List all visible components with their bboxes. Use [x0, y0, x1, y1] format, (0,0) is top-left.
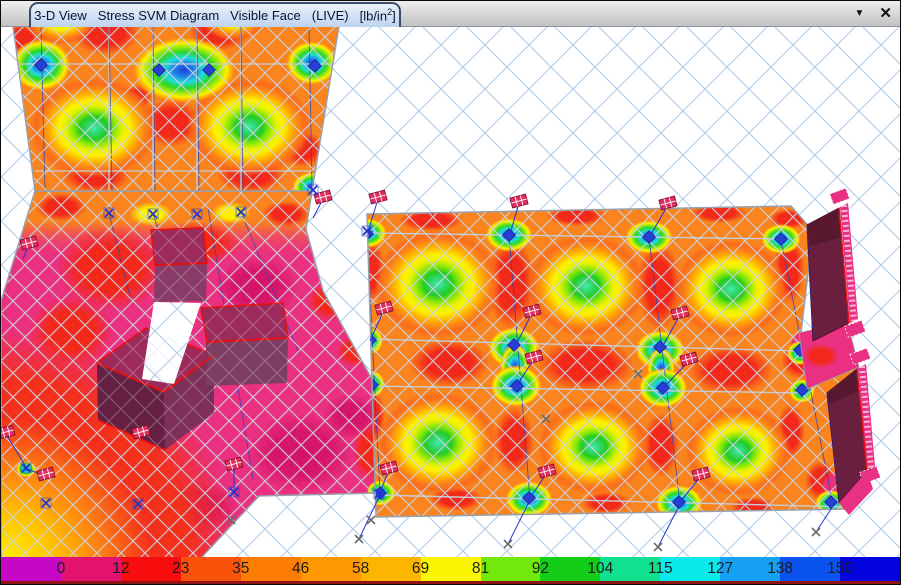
legend-segment: [301, 557, 361, 581]
tab-face-mode: Visible Face: [230, 8, 301, 23]
tab-view-name: 3-D View: [34, 8, 87, 23]
tab-diagram-name: Stress SVM Diagram: [98, 8, 219, 23]
legend-segment: [600, 557, 660, 581]
close-button[interactable]: ✕: [879, 6, 892, 21]
legend-segment: [181, 557, 241, 581]
titlebar: 3-D View Stress SVM Diagram Visible Face…: [1, 1, 900, 27]
legend-segment: [361, 557, 421, 581]
legend-segment: [61, 557, 121, 581]
legend-segment: [481, 557, 541, 581]
scene-3d-view[interactable]: [1, 26, 901, 559]
legend-segment: [660, 557, 720, 581]
legend-segment: [1, 557, 61, 581]
legend-segment: [121, 557, 181, 581]
tab-load-case: (LIVE): [312, 8, 349, 23]
legend-bar: [1, 557, 900, 581]
slab-upper-left[interactable]: [1, 26, 351, 202]
legend-segment: [241, 557, 301, 581]
legend-segment: [840, 557, 900, 581]
stress-contour-legend: 01223354658698192104115127138150: [1, 557, 900, 584]
tab-units: [lb/in2]: [360, 7, 396, 23]
legend-segment: [720, 557, 780, 581]
legend-segment: [780, 557, 840, 581]
legend-segment: [540, 557, 600, 581]
slab-right[interactable]: [347, 201, 871, 521]
view-tab[interactable]: 3-D View Stress SVM Diagram Visible Face…: [29, 2, 401, 27]
dropdown-button[interactable]: ▼: [855, 9, 865, 19]
window-controls: ▼ ✕: [855, 1, 892, 26]
legend-segment: [421, 557, 481, 581]
legend-baseline: [1, 581, 900, 584]
app-window: 3-D View Stress SVM Diagram Visible Face…: [0, 0, 901, 585]
